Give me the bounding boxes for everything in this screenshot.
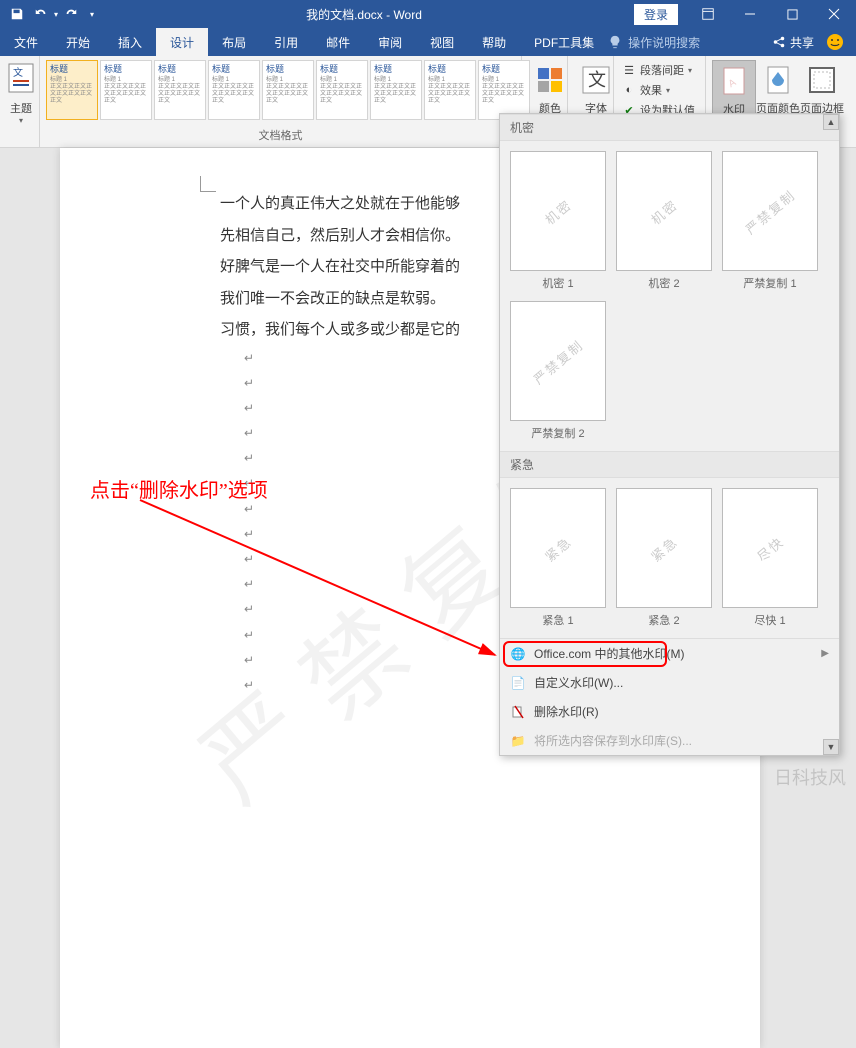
watermark-dropdown-panel: ▲ 机密 机密机密 1机密机密 2严禁复制严禁复制 1 严禁复制严禁复制 2 紧急… <box>499 113 840 756</box>
watermark-icon: A <box>718 65 750 97</box>
smiley-icon[interactable] <box>826 33 844 51</box>
tab-insert[interactable]: 插入 <box>104 28 156 56</box>
page-border-button[interactable]: 页面边框 <box>800 60 844 116</box>
watermark-thumbnail[interactable]: 尽快尽快 1 <box>722 488 818 628</box>
tab-layout[interactable]: 布局 <box>208 28 260 56</box>
watermark-thumbnail[interactable]: 机密机密 1 <box>510 151 606 291</box>
tabbar-right: 共享 <box>772 28 856 56</box>
effects-button[interactable]: ◐效果▾ <box>622 80 697 100</box>
tab-help[interactable]: 帮助 <box>468 28 520 56</box>
themes-icon: 文 <box>7 62 35 98</box>
effects-icon: ◐ <box>622 83 636 97</box>
wm-grid-urgent: 紧急紧急 1紧急紧急 2尽快尽快 1 <box>500 478 839 638</box>
undo-button[interactable] <box>30 3 52 25</box>
tab-mailings[interactable]: 邮件 <box>312 28 364 56</box>
wm-section-urgent: 紧急 <box>500 451 839 478</box>
style-gallery-item[interactable]: 标题标题 1正文正文正文正文正文正文正文正文 <box>316 60 368 120</box>
scroll-up-button[interactable]: ▲ <box>823 114 839 130</box>
tell-me-search[interactable]: 操作说明搜索 <box>608 28 700 56</box>
watermark-thumbnail[interactable]: 严禁复制严禁复制 2 <box>510 301 606 441</box>
style-gallery-item[interactable]: 标题标题 1正文正文正文正文正文正文正文正文 <box>424 60 476 120</box>
watermark-thumbnail[interactable]: 紧急紧急 1 <box>510 488 606 628</box>
login-button[interactable]: 登录 <box>634 4 678 25</box>
save-button[interactable] <box>6 3 28 25</box>
style-gallery-item[interactable]: 标题标题 1正文正文正文正文正文正文正文正文 <box>154 60 206 120</box>
annotation-label: 点击“删除水印”选项 <box>90 474 268 503</box>
para-spacing-icon: ☰ <box>622 63 636 77</box>
titlebar-right: 登录 <box>634 0 856 28</box>
share-icon <box>772 35 786 49</box>
margin-marker <box>200 176 216 192</box>
window-title: 我的文档.docx - Word <box>94 6 634 23</box>
close-button[interactable] <box>814 0 854 28</box>
style-gallery-item[interactable]: 标题标题 1正文正文正文正文正文正文正文正文 <box>208 60 260 120</box>
scroll-down-button[interactable]: ▼ <box>823 739 839 755</box>
maximize-button[interactable] <box>772 0 812 28</box>
tab-home[interactable]: 开始 <box>52 28 104 56</box>
wm-menu-office[interactable]: 🌐 Office.com 中的其他水印(M) ▶ <box>500 639 839 668</box>
quick-access-toolbar: ▾ ▾ <box>0 3 94 25</box>
lightbulb-icon <box>608 35 622 49</box>
titlebar: ▾ ▾ 我的文档.docx - Word 登录 <box>0 0 856 28</box>
ribbon-group-doc-format: 标题标题 1正文正文正文正文正文正文正文正文标题标题 1正文正文正文正文正文正文… <box>40 56 522 147</box>
tab-design[interactable]: 设计 <box>156 28 208 56</box>
ribbon-group-themes: 文 主题 ▾ <box>0 56 40 147</box>
page-border-icon <box>806 64 838 96</box>
colors-icon <box>534 64 566 96</box>
tell-me-label: 操作说明搜索 <box>628 34 700 51</box>
save-gallery-icon: 📁 <box>510 733 526 749</box>
doc-format-label: 文档格式 <box>46 125 515 143</box>
ribbon-options-button[interactable] <box>688 0 728 28</box>
style-gallery-item[interactable]: 标题标题 1正文正文正文正文正文正文正文正文 <box>370 60 422 120</box>
wm-menu-save: 📁 将所选内容保存到水印库(S)... <box>500 726 839 755</box>
fonts-icon: 文 <box>580 64 612 96</box>
watermark-thumbnail[interactable]: 机密机密 2 <box>616 151 712 291</box>
tab-references[interactable]: 引用 <box>260 28 312 56</box>
page-icon: 📄 <box>510 675 526 691</box>
chevron-right-icon: ▶ <box>821 648 829 659</box>
wm-menu: 🌐 Office.com 中的其他水印(M) ▶ 📄 自定义水印(W)... 删… <box>500 638 839 755</box>
wm-grid-confidential: 机密机密 1机密机密 2严禁复制严禁复制 1 严禁复制严禁复制 2 <box>500 141 839 451</box>
style-gallery-item[interactable]: 标题标题 1正文正文正文正文正文正文正文正文 <box>262 60 314 120</box>
undo-dropdown-icon[interactable]: ▾ <box>54 10 58 19</box>
ribbon-tabs: 文件 开始 插入 设计 布局 引用 邮件 审阅 视图 帮助 PDF工具集 操作说… <box>0 28 856 56</box>
chevron-down-icon: ▾ <box>6 116 36 125</box>
globe-icon: 🌐 <box>510 646 526 662</box>
redo-button[interactable] <box>60 3 82 25</box>
style-gallery-item[interactable]: 标题标题 1正文正文正文正文正文正文正文正文 <box>46 60 98 120</box>
tab-file[interactable]: 文件 <box>0 28 52 56</box>
wm-menu-remove[interactable]: 删除水印(R) <box>500 697 839 726</box>
themes-button[interactable]: 文 主题 ▾ <box>6 60 36 125</box>
watermark-thumbnail[interactable]: 紧急紧急 2 <box>616 488 712 628</box>
remove-icon <box>510 704 526 720</box>
wm-section-confidential: 机密 <box>500 114 839 141</box>
style-gallery[interactable]: 标题标题 1正文正文正文正文正文正文正文正文标题标题 1正文正文正文正文正文正文… <box>46 60 530 120</box>
watermark-thumbnail[interactable]: 严禁复制严禁复制 1 <box>722 151 818 291</box>
wm-menu-custom[interactable]: 📄 自定义水印(W)... <box>500 668 839 697</box>
page-color-icon <box>762 64 794 96</box>
tab-review[interactable]: 审阅 <box>364 28 416 56</box>
para-spacing-button[interactable]: ☰段落间距▾ <box>622 60 697 80</box>
tab-view[interactable]: 视图 <box>416 28 468 56</box>
minimize-button[interactable] <box>730 0 770 28</box>
svg-text:文: 文 <box>13 66 23 79</box>
tab-pdf[interactable]: PDF工具集 <box>520 28 608 56</box>
style-gallery-item[interactable]: 标题标题 1正文正文正文正文正文正文正文正文 <box>100 60 152 120</box>
source-watermark: 日科技风 <box>774 764 846 790</box>
svg-text:文: 文 <box>588 70 606 90</box>
share-button[interactable]: 共享 <box>772 34 814 51</box>
